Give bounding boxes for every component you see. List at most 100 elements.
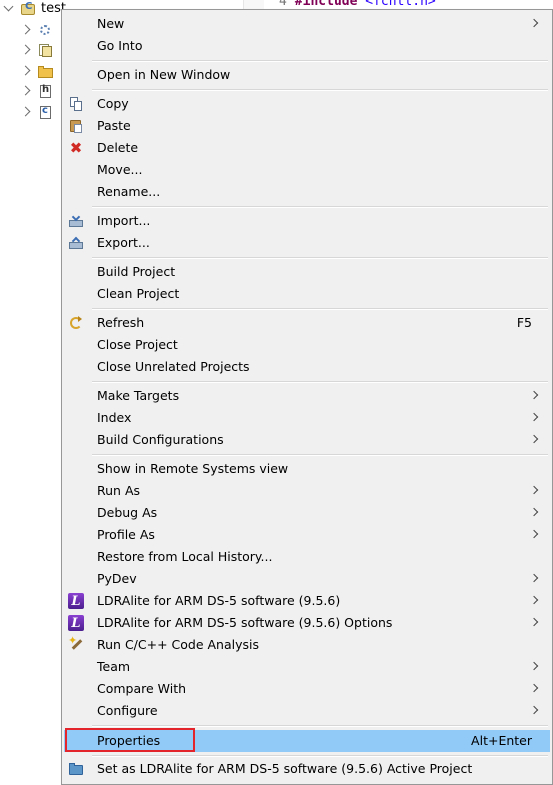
collapse-chevron-icon[interactable] bbox=[20, 85, 31, 96]
menu-item-index[interactable]: Index bbox=[64, 407, 550, 429]
collapse-chevron-icon[interactable] bbox=[20, 65, 31, 76]
menu-separator bbox=[92, 60, 548, 62]
menu-item-label: Paste bbox=[97, 118, 131, 133]
paste-icon bbox=[68, 118, 84, 134]
menu-item-open-new-window[interactable]: Open in New Window bbox=[64, 64, 550, 86]
menu-item-debug-as[interactable]: Debug As bbox=[64, 502, 550, 524]
menu-item-show-remote[interactable]: Show in Remote Systems view bbox=[64, 458, 550, 480]
menu-item-label: Clean Project bbox=[97, 286, 180, 301]
menu-item-export[interactable]: Export... bbox=[64, 232, 550, 254]
tree-item-binaries[interactable] bbox=[0, 21, 64, 41]
tree-item-folder[interactable] bbox=[0, 62, 64, 82]
collapse-chevron-icon[interactable] bbox=[20, 24, 31, 35]
submenu-arrow-icon bbox=[529, 18, 539, 28]
menu-item-label: Export... bbox=[97, 235, 150, 250]
menu-separator bbox=[92, 89, 548, 91]
screenshot-stage: test 4 #include <fcntl.h> bbox=[0, 0, 553, 785]
code-line: 4 #include <fcntl.h> bbox=[279, 0, 436, 9]
menu-item-restore-history[interactable]: Restore from Local History... bbox=[64, 546, 550, 568]
menu-item-label: Close Unrelated Projects bbox=[97, 359, 250, 374]
submenu-arrow-icon bbox=[529, 617, 539, 627]
header-file-icon bbox=[38, 84, 52, 98]
menu-item-label: LDRAlite for ARM DS-5 software (9.5.6) O… bbox=[97, 615, 393, 630]
menu-item-new[interactable]: New bbox=[64, 13, 550, 35]
c-project-icon bbox=[21, 1, 35, 16]
annotation-highlight-box bbox=[65, 728, 195, 752]
menu-item-profile-as[interactable]: Profile As bbox=[64, 524, 550, 546]
menu-item-ldra-options[interactable]: L LDRAlite for ARM DS-5 software (9.5.6)… bbox=[64, 612, 550, 634]
c-file-icon bbox=[38, 105, 52, 119]
menu-item-label: Rename... bbox=[97, 184, 161, 199]
menu-item-build-project[interactable]: Build Project bbox=[64, 261, 550, 283]
menu-item-copy[interactable]: Copy bbox=[64, 93, 550, 115]
menu-item-make-targets[interactable]: Make Targets bbox=[64, 385, 550, 407]
submenu-arrow-icon bbox=[529, 705, 539, 715]
refresh-icon bbox=[68, 315, 84, 331]
delete-icon: ✖ bbox=[69, 139, 83, 157]
menu-separator bbox=[92, 454, 548, 456]
import-icon bbox=[68, 213, 84, 229]
tree-item-c-file[interactable] bbox=[0, 103, 64, 123]
menu-item-team[interactable]: Team bbox=[64, 656, 550, 678]
submenu-arrow-icon bbox=[529, 434, 539, 444]
menu-item-build-configurations[interactable]: Build Configurations bbox=[64, 429, 550, 451]
menu-item-rename[interactable]: Rename... bbox=[64, 181, 550, 203]
menu-item-label: New bbox=[97, 16, 125, 31]
menu-item-label: Make Targets bbox=[97, 388, 180, 403]
ldra-icon: L bbox=[68, 593, 84, 609]
tree-item-header-file[interactable] bbox=[0, 82, 64, 102]
menu-item-close-project[interactable]: Close Project bbox=[64, 334, 550, 356]
menu-item-delete[interactable]: ✖ Delete bbox=[64, 137, 550, 159]
menu-item-configure[interactable]: Configure bbox=[64, 700, 550, 722]
tree-item-project[interactable]: test bbox=[0, 0, 66, 20]
menu-item-label: Team bbox=[97, 659, 131, 674]
menu-item-run-as[interactable]: Run As bbox=[64, 480, 550, 502]
submenu-arrow-icon bbox=[529, 661, 539, 671]
menu-item-paste[interactable]: Paste bbox=[64, 115, 550, 137]
submenu-arrow-icon bbox=[529, 485, 539, 495]
menu-item-label: Index bbox=[97, 410, 132, 425]
collapse-chevron-icon[interactable] bbox=[20, 44, 31, 55]
menu-item-move[interactable]: Move... bbox=[64, 159, 550, 181]
copy-icon bbox=[68, 96, 84, 112]
menu-item-label: Run As bbox=[97, 483, 141, 498]
menu-item-ldra[interactable]: L LDRAlite for ARM DS-5 software (9.5.6) bbox=[64, 590, 550, 612]
submenu-arrow-icon bbox=[529, 390, 539, 400]
menu-item-label: PyDev bbox=[97, 571, 137, 586]
menu-item-import[interactable]: Import... bbox=[64, 210, 550, 232]
binaries-icon bbox=[38, 23, 52, 37]
menu-item-label: Debug As bbox=[97, 505, 158, 520]
submenu-arrow-icon bbox=[529, 412, 539, 422]
menu-item-label: Compare With bbox=[97, 681, 187, 696]
tree-item-includes[interactable] bbox=[0, 41, 64, 61]
menu-item-label: Open in New Window bbox=[97, 67, 231, 82]
collapse-chevron-icon[interactable] bbox=[20, 106, 31, 117]
menu-item-pydev[interactable]: PyDev bbox=[64, 568, 550, 590]
submenu-arrow-icon bbox=[529, 573, 539, 583]
context-menu: New Go Into Open in New Window Copy Past… bbox=[61, 9, 553, 785]
code-analysis-icon bbox=[68, 634, 84, 653]
menu-item-clean-project[interactable]: Clean Project bbox=[64, 283, 550, 305]
menu-item-label: Configure bbox=[97, 703, 158, 718]
menu-item-go-into[interactable]: Go Into bbox=[64, 35, 550, 57]
menu-item-set-active[interactable]: Set as LDRAlite for ARM DS-5 software (9… bbox=[64, 758, 550, 780]
menu-item-label: Move... bbox=[97, 162, 143, 177]
menu-separator bbox=[92, 257, 548, 259]
menu-item-code-analysis[interactable]: Run C/C++ Code Analysis bbox=[64, 634, 550, 656]
menu-item-label: Run C/C++ Code Analysis bbox=[97, 637, 260, 652]
menu-separator bbox=[92, 725, 548, 727]
include-target: <fcntl.h> bbox=[365, 0, 436, 9]
menu-item-refresh[interactable]: Refresh F5 bbox=[64, 312, 550, 334]
menu-item-label: Close Project bbox=[97, 337, 178, 352]
menu-item-label: Go Into bbox=[97, 38, 143, 53]
includes-icon bbox=[38, 43, 52, 57]
menu-item-label: Build Project bbox=[97, 264, 176, 279]
shortcut-label: F5 bbox=[516, 315, 532, 330]
menu-separator bbox=[92, 755, 548, 757]
submenu-arrow-icon bbox=[529, 595, 539, 605]
menu-item-label: Copy bbox=[97, 96, 129, 111]
menu-item-compare-with[interactable]: Compare With bbox=[64, 678, 550, 700]
menu-item-close-unrelated[interactable]: Close Unrelated Projects bbox=[64, 356, 550, 378]
expand-chevron-icon[interactable] bbox=[3, 1, 14, 12]
menu-item-label: Restore from Local History... bbox=[97, 549, 273, 564]
